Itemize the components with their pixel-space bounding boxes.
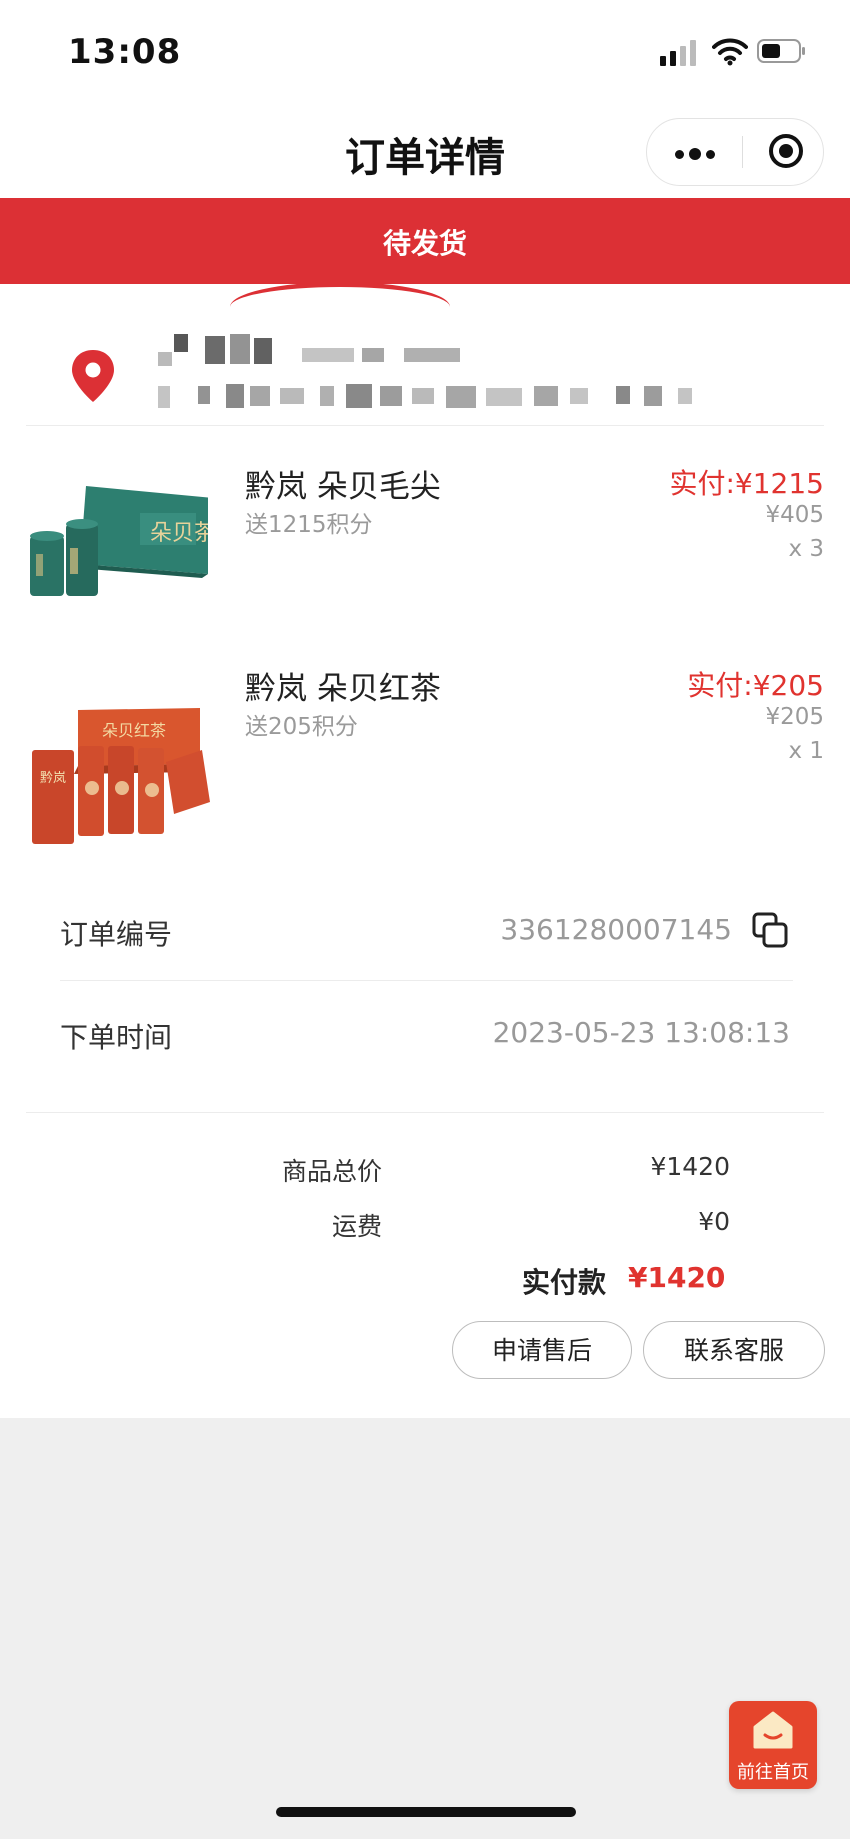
home-icon <box>753 1711 793 1749</box>
svg-text:朵贝茶: 朵贝茶 <box>150 521 208 546</box>
copy-icon[interactable] <box>750 910 792 952</box>
product-unit-price: ¥205 <box>765 704 824 730</box>
product-quantity: x 1 <box>788 738 824 764</box>
capsule-divider <box>742 136 743 168</box>
order-number-label: 订单编号 <box>60 918 173 951</box>
order-number-value: 3361280007145 <box>500 913 732 946</box>
product-paid: 实付:¥205 <box>687 669 824 702</box>
contact-service-button[interactable]: 联系客服 <box>643 1321 825 1379</box>
after-sale-button[interactable]: 申请售后 <box>452 1321 632 1379</box>
location-pin-icon <box>72 350 114 402</box>
product-image-hongcha[interactable]: 朵贝红茶 黔岚 <box>32 702 210 850</box>
order-content-card <box>0 284 850 1418</box>
more-dots-icon[interactable] <box>675 144 720 163</box>
svg-text:黔岚: 黔岚 <box>40 771 66 786</box>
product-name[interactable]: 黔岚 朵贝红茶 <box>245 663 441 708</box>
shipping-value: ¥0 <box>698 1207 730 1236</box>
address-divider <box>26 425 824 426</box>
svg-text:朵贝红茶: 朵贝红茶 <box>102 721 166 740</box>
home-button-label: 前往首页 <box>737 1762 809 1783</box>
order-status-text: 待发货 <box>382 227 467 260</box>
order-time-label: 下单时间 <box>60 1021 173 1054</box>
summary-divider <box>26 1112 824 1113</box>
status-time: 13:08 <box>68 32 182 72</box>
paid-total-label: 实付款 <box>522 1266 607 1299</box>
product-unit-price: ¥405 <box>765 502 824 528</box>
wifi-icon <box>712 38 748 66</box>
product-quantity: x 3 <box>788 536 824 562</box>
product-points: 送1215积分 <box>245 512 373 538</box>
shipping-label: 运费 <box>331 1212 382 1241</box>
home-indicator <box>276 1807 576 1817</box>
info-divider <box>60 980 793 981</box>
product-paid: 实付:¥1215 <box>669 467 824 500</box>
target-icon-dot <box>779 144 793 158</box>
paid-total-value: ¥1420 <box>628 1261 726 1294</box>
order-time-value: 2023-05-23 13:08:13 <box>492 1016 790 1049</box>
product-image-maojian[interactable]: 朵贝茶 <box>30 458 208 606</box>
battery-icon <box>757 39 805 63</box>
address-redacted <box>150 330 710 420</box>
goods-total-value: ¥1420 <box>650 1152 730 1181</box>
signal-icon <box>660 38 698 66</box>
product-points: 送205积分 <box>245 714 358 740</box>
product-name[interactable]: 黔岚 朵贝毛尖 <box>245 461 441 506</box>
goods-total-label: 商品总价 <box>281 1157 382 1186</box>
